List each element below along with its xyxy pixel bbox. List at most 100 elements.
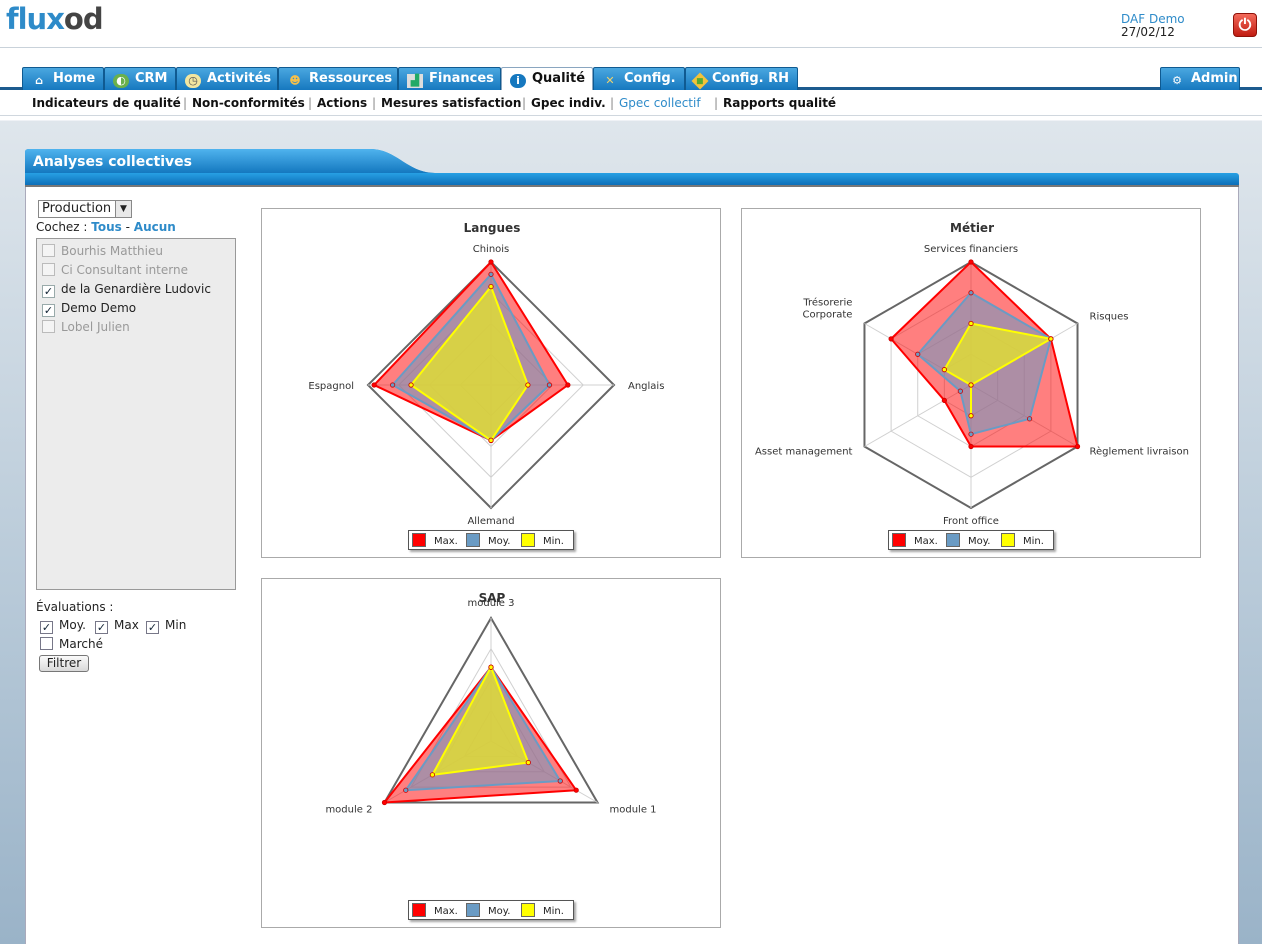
tab-ressources[interactable]: ☻ Ressources	[278, 67, 398, 90]
logout-power-icon[interactable]: ⏻	[1233, 13, 1257, 37]
data-point[interactable]	[488, 437, 494, 443]
subnav-non-conformites[interactable]: Non-conformités	[192, 96, 305, 110]
data-point[interactable]	[888, 336, 894, 342]
subnav-gpec-collectif[interactable]: Gpec collectif	[619, 96, 701, 110]
data-point[interactable]	[525, 382, 531, 388]
data-point[interactable]	[968, 259, 974, 265]
check-all-link[interactable]: Tous	[91, 220, 122, 234]
tab-config[interactable]: ✕ Config.	[593, 67, 685, 90]
tab-qualite[interactable]: i Qualité	[501, 67, 593, 91]
data-point[interactable]	[957, 388, 963, 394]
legend-swatch	[521, 533, 535, 547]
tab-admin[interactable]: ⚙ Admin	[1160, 67, 1240, 90]
person-item[interactable]: Ci Consultant interne	[42, 263, 188, 279]
data-point[interactable]	[525, 759, 531, 766]
eval-marche-checkbox[interactable]: Marché	[40, 637, 103, 651]
data-point[interactable]	[488, 259, 494, 265]
data-point[interactable]	[488, 284, 494, 290]
tools-icon: ✕	[605, 74, 615, 87]
eval-max-checkbox[interactable]: ✓ Max	[95, 618, 139, 634]
legend-swatch	[892, 533, 906, 547]
data-point[interactable]	[968, 290, 974, 296]
user-name-link[interactable]: DAF Demo	[1121, 12, 1185, 26]
legend-label: Moy.	[488, 906, 511, 917]
person-checkbox[interactable]	[42, 244, 55, 257]
legend-item[interactable]: Min.	[521, 533, 564, 549]
data-point[interactable]	[546, 382, 553, 388]
check-none-link[interactable]: Aucun	[134, 220, 176, 234]
legend-label: Max.	[914, 536, 938, 547]
data-point[interactable]	[403, 787, 409, 793]
data-point[interactable]	[557, 778, 563, 784]
subnav-actions[interactable]: Actions	[317, 96, 367, 110]
person-item[interactable]: Lobel Julien	[42, 320, 130, 336]
data-point[interactable]	[968, 320, 974, 327]
tab-config-rh[interactable]: ◆ Config. RH	[685, 67, 798, 90]
data-point[interactable]	[565, 382, 571, 388]
data-point[interactable]	[968, 413, 974, 419]
data-point[interactable]	[371, 382, 377, 388]
legend-item[interactable]: Max.	[892, 533, 938, 549]
badge-icon: ◆	[691, 72, 709, 90]
data-point[interactable]	[1026, 416, 1033, 422]
data-point[interactable]	[941, 367, 947, 373]
subnav-indicateurs[interactable]: Indicateurs de qualité	[32, 96, 181, 110]
axis-label: Risques	[1090, 312, 1129, 323]
axis-label: module 2	[325, 805, 372, 816]
subnav-gpec-indiv[interactable]: Gpec indiv.	[531, 96, 606, 110]
eval-moy-checkbox[interactable]: ✓ Moy.	[40, 618, 86, 634]
chart-legend: Max. Moy. Min.	[408, 900, 574, 920]
axis-label: Services financiers	[924, 244, 1018, 255]
subnav-mesures-satisfaction[interactable]: Mesures satisfaction	[381, 96, 521, 110]
data-point[interactable]	[1048, 336, 1054, 342]
data-point[interactable]	[573, 787, 579, 793]
data-point[interactable]	[915, 351, 921, 357]
tab-activites[interactable]: ◷ Activités	[176, 67, 278, 90]
clock-icon: ◷	[185, 74, 201, 88]
legend-item[interactable]: Min.	[521, 903, 564, 919]
legend-swatch	[946, 533, 960, 547]
data-point[interactable]	[408, 382, 414, 388]
legend-item[interactable]: Max.	[412, 903, 458, 919]
filter-button[interactable]: Filtrer	[39, 655, 89, 672]
legend-swatch	[466, 903, 480, 917]
data-point[interactable]	[429, 772, 436, 778]
group-select[interactable]: Production ▼	[38, 200, 132, 218]
data-point[interactable]	[941, 397, 947, 403]
data-point[interactable]	[968, 443, 974, 450]
eval-min-checkbox[interactable]: ✓ Min	[146, 618, 186, 634]
person-checkbox[interactable]: ✓	[42, 304, 55, 317]
data-point[interactable]	[968, 431, 974, 437]
axis-label: Trésorerie	[802, 297, 852, 309]
legend-item[interactable]: Max.	[412, 533, 458, 549]
data-point[interactable]	[488, 664, 494, 670]
person-item[interactable]: ✓ Demo Demo	[42, 301, 136, 317]
chart-title: Métier	[950, 221, 994, 235]
data-point[interactable]	[1074, 443, 1081, 450]
axis-label: Corporate	[802, 310, 852, 321]
person-checkbox[interactable]	[42, 320, 55, 333]
legend-item[interactable]: Moy.	[946, 533, 990, 549]
axis-label: module 3	[467, 598, 514, 609]
legend-label: Min.	[543, 536, 564, 547]
data-point[interactable]	[968, 382, 974, 388]
legend-item[interactable]: Moy.	[466, 533, 510, 549]
panel-header-bar	[25, 173, 1239, 185]
person-item[interactable]: ✓ de la Genardière Ludovic	[42, 282, 211, 298]
data-point[interactable]	[488, 271, 494, 277]
gear-icon: ⚙	[1172, 74, 1182, 87]
data-point[interactable]	[381, 799, 388, 806]
person-checkbox[interactable]: ✓	[42, 285, 55, 298]
legend-item[interactable]: Moy.	[466, 903, 510, 919]
legend-label: Min.	[543, 906, 564, 917]
person-item[interactable]: Bourhis Matthieu	[42, 244, 163, 260]
header: fluxod DAF Demo 27/02/12 ⏻	[0, 0, 1262, 48]
data-point[interactable]	[390, 382, 396, 388]
tab-crm[interactable]: ◐ CRM	[104, 67, 176, 90]
subnav-rapports-qualite[interactable]: Rapports qualité	[723, 96, 836, 110]
tab-home[interactable]: ⌂ Home	[22, 67, 104, 90]
legend-item[interactable]: Min.	[1001, 533, 1044, 549]
fluxod-logo[interactable]: fluxod	[6, 2, 104, 36]
person-checkbox[interactable]	[42, 263, 55, 276]
tab-finances[interactable]: ▟ Finances	[398, 67, 501, 90]
